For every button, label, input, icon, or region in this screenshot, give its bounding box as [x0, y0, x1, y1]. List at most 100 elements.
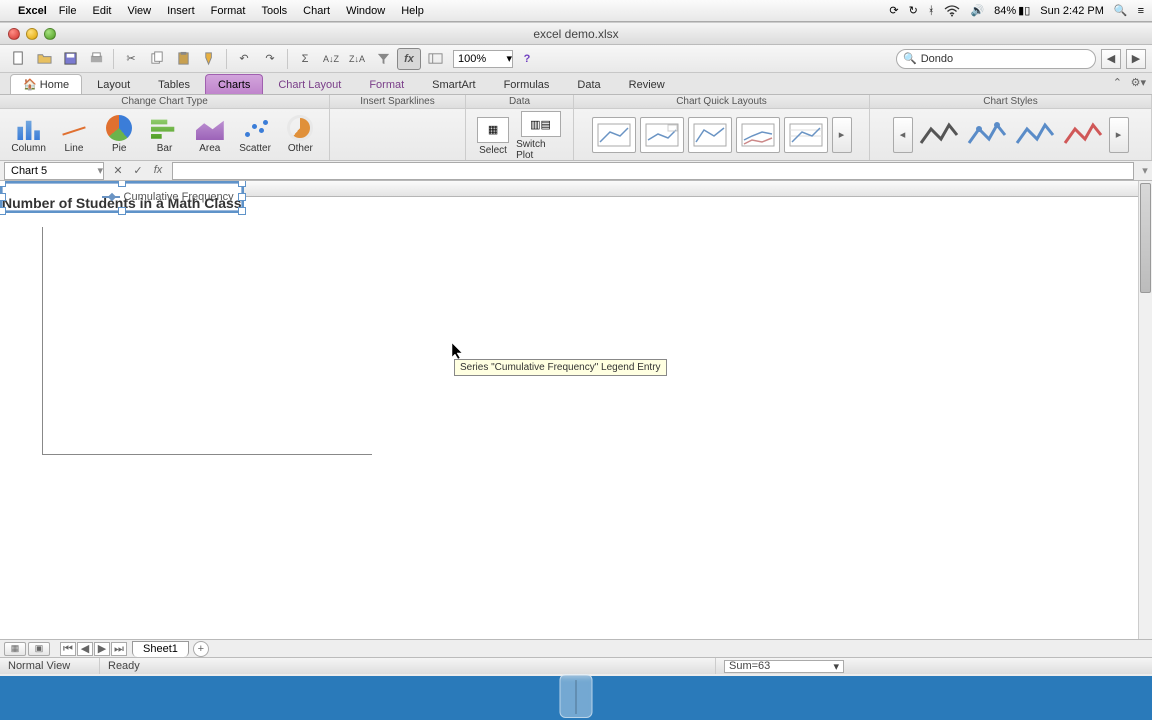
status-bar: Normal View Ready Sum=63▾: [0, 657, 1152, 674]
menu-chart[interactable]: Chart: [303, 5, 330, 17]
redo-button[interactable]: ↷: [258, 48, 282, 70]
chart-style-4[interactable]: [1061, 119, 1105, 151]
print-button[interactable]: [84, 48, 108, 70]
quick-layout-2[interactable]: [640, 117, 684, 153]
autosum-button[interactable]: Σ: [293, 48, 317, 70]
quick-toolbar: ✂ ↶ ↷ Σ A↓Z Z↓A fx 100%▾ ? 🔍 Dondo ◀ ▶: [0, 45, 1152, 73]
select-data-button[interactable]: ▦Select: [474, 115, 512, 158]
menu-extra-bluetooth[interactable]: ᚼ: [928, 5, 935, 17]
menu-extra-battery[interactable]: 84% ▮▯: [994, 4, 1030, 17]
formula-bar: Chart 5▾ ✕ ✓ fx ▾: [0, 161, 1152, 181]
menu-file[interactable]: File: [59, 5, 77, 17]
menu-extra-timemachine[interactable]: ↻: [909, 4, 918, 17]
menu-help[interactable]: Help: [401, 5, 424, 17]
chart-type-area[interactable]: Area: [189, 113, 230, 156]
chart-style-2[interactable]: [965, 119, 1009, 151]
menu-format[interactable]: Format: [211, 5, 246, 17]
page-layout-view-button[interactable]: ▣: [28, 642, 50, 656]
tab-smartart[interactable]: SmartArt: [419, 74, 488, 94]
menu-edit[interactable]: Edit: [92, 5, 111, 17]
chart-plot-area[interactable]: [42, 227, 372, 455]
chart-type-bar[interactable]: Bar: [144, 113, 185, 156]
menu-extra-sync[interactable]: ⟳: [889, 4, 898, 17]
undo-button[interactable]: ↶: [232, 48, 256, 70]
tab-format[interactable]: Format: [356, 74, 417, 94]
name-box[interactable]: Chart 5▾: [4, 162, 104, 180]
ribbon-group-label: Change Chart Type: [0, 95, 329, 109]
show-formulas-button[interactable]: [423, 48, 447, 70]
scroll-thumb[interactable]: [1140, 183, 1151, 293]
copy-button[interactable]: [145, 48, 169, 70]
menu-tools[interactable]: Tools: [261, 5, 287, 17]
sort-desc-button[interactable]: Z↓A: [345, 48, 369, 70]
menu-view[interactable]: View: [127, 5, 151, 17]
paste-button[interactable]: [171, 48, 195, 70]
quick-layout-3[interactable]: [688, 117, 732, 153]
tab-data[interactable]: Data: [564, 74, 613, 94]
prev-sheet-button[interactable]: ◀: [77, 642, 93, 656]
quick-layout-4[interactable]: [736, 117, 780, 153]
notification-icon[interactable]: ≡: [1138, 5, 1144, 17]
fx-button[interactable]: fx: [397, 48, 421, 70]
next-sheet-button[interactable]: ▶: [94, 642, 110, 656]
filter-button[interactable]: [371, 48, 395, 70]
add-sheet-button[interactable]: +: [193, 641, 209, 657]
search-field[interactable]: 🔍 Dondo: [896, 49, 1096, 69]
dock: [560, 674, 593, 718]
tab-tables[interactable]: Tables: [145, 74, 203, 94]
sort-asc-button[interactable]: A↓Z: [319, 48, 343, 70]
chart-style-next[interactable]: ▸: [1109, 117, 1129, 153]
chart-type-line[interactable]: Line: [53, 113, 94, 156]
new-doc-button[interactable]: [6, 48, 30, 70]
chart-style-3[interactable]: [1013, 119, 1057, 151]
vertical-scrollbar[interactable]: [1138, 181, 1152, 639]
formula-input[interactable]: [172, 162, 1134, 180]
nav-next-button[interactable]: ▶: [1126, 49, 1146, 69]
status-sum[interactable]: Sum=63▾: [724, 660, 844, 673]
chart-style-prev[interactable]: ◂: [893, 117, 913, 153]
spotlight-icon[interactable]: 🔍: [1114, 4, 1128, 17]
sheet-tabs-bar: ▦ ▣ ⏮ ◀ ▶ ⏭ Sheet1 +: [0, 639, 1152, 657]
tab-formulas[interactable]: Formulas: [491, 74, 563, 94]
tab-charts[interactable]: Charts: [205, 74, 263, 94]
menu-extra-volume[interactable]: 🔊: [970, 4, 984, 17]
quick-layout-more[interactable]: ▸: [832, 117, 852, 153]
insert-function-button[interactable]: fx: [150, 164, 166, 177]
chart-type-scatter[interactable]: Scatter: [234, 113, 275, 156]
first-sheet-button[interactable]: ⏮: [60, 642, 76, 656]
enter-formula-button[interactable]: ✓: [130, 164, 146, 177]
help-button[interactable]: ?: [515, 48, 539, 70]
chart-legend[interactable]: Cumulative Frequency: [102, 191, 234, 203]
chart-type-column[interactable]: Column: [8, 113, 49, 156]
embedded-chart[interactable]: Number of Students in a Math Class Cumul…: [0, 181, 244, 213]
tab-layout[interactable]: Layout: [84, 74, 143, 94]
menu-window[interactable]: Window: [346, 5, 385, 17]
open-button[interactable]: [32, 48, 56, 70]
quick-layout-1[interactable]: [592, 117, 636, 153]
spreadsheet-grid[interactable]: Number of Students in a Math Class Cumul…: [0, 181, 1152, 639]
normal-view-button[interactable]: ▦: [4, 642, 26, 656]
quick-layout-5[interactable]: [784, 117, 828, 153]
window-title: excel demo.xlsx: [0, 27, 1152, 41]
nav-prev-button[interactable]: ◀: [1101, 49, 1121, 69]
save-button[interactable]: [58, 48, 82, 70]
ribbon-collapse-button[interactable]: ⌃: [1113, 76, 1122, 89]
cut-button[interactable]: ✂: [119, 48, 143, 70]
cancel-formula-button[interactable]: ✕: [110, 164, 126, 177]
switch-plot-button[interactable]: ▥▤Switch Plot: [516, 109, 565, 163]
tab-review[interactable]: Review: [616, 74, 678, 94]
format-painter-button[interactable]: [197, 48, 221, 70]
zoom-select[interactable]: 100%▾: [453, 50, 513, 68]
chart-type-pie[interactable]: Pie: [99, 113, 140, 156]
menu-extra-wifi[interactable]: [944, 5, 960, 17]
menu-extra-clock[interactable]: Sun 2:42 PM: [1040, 5, 1104, 17]
sheet-tab-sheet1[interactable]: Sheet1: [132, 641, 189, 657]
last-sheet-button[interactable]: ⏭: [111, 642, 127, 656]
chart-type-other[interactable]: Other: [280, 113, 321, 156]
tab-home[interactable]: 🏠 Home: [10, 74, 82, 94]
menu-insert[interactable]: Insert: [167, 5, 195, 17]
chart-style-1[interactable]: [917, 119, 961, 151]
ribbon-settings-button[interactable]: ⚙▾: [1131, 76, 1146, 89]
tab-chart-layout[interactable]: Chart Layout: [265, 74, 354, 94]
app-name[interactable]: Excel: [18, 5, 47, 17]
